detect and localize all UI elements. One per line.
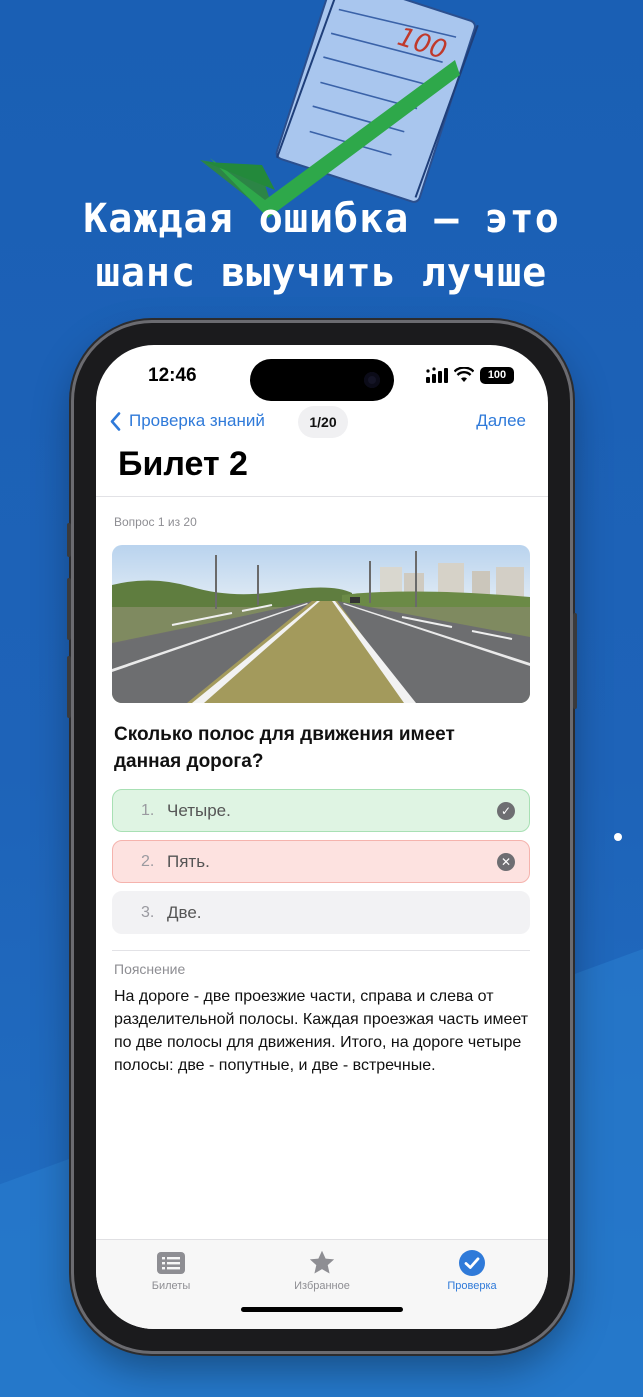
action-button — [67, 523, 71, 557]
tab-tickets[interactable]: Билеты — [116, 1248, 226, 1292]
back-button-label: Проверка знаний — [129, 411, 265, 430]
phone-screen: 12:46 100 Проверка знаний 1/20 Далее Бил… — [96, 345, 548, 1329]
answer-number: 3. — [141, 903, 155, 921]
tab-check[interactable]: Проверка — [417, 1248, 527, 1292]
promo-headline: Каждая ошибка — это шанс выучить лучше — [0, 192, 643, 300]
answer-number: 1. — [141, 801, 155, 819]
checkmark-circle-icon — [459, 1250, 485, 1276]
chevron-left-icon — [110, 411, 121, 431]
page-title: Билет 2 — [118, 445, 248, 483]
phone-frame: 12:46 100 Проверка знаний 1/20 Далее Бил… — [67, 323, 577, 1351]
question-progress-label: Вопрос 1 из 20 — [114, 515, 197, 529]
question-text: Сколько полос для движения имеет данная … — [114, 724, 455, 772]
headline-line-2: шанс выучить лучше — [95, 250, 548, 296]
tab-label: Избранное — [294, 1280, 350, 1292]
close-icon: ✕ — [497, 852, 515, 871]
status-icons: 100 — [426, 365, 514, 385]
tab-bar: Билеты Избранное Проверка — [96, 1239, 548, 1329]
answer-text: Пять. — [167, 851, 210, 871]
question-road-photo — [112, 545, 530, 703]
navigation-bar: Проверка знаний 1/20 Далее — [96, 401, 548, 445]
home-indicator — [241, 1307, 403, 1312]
check-icon: ✓ — [497, 801, 515, 820]
paper-checkmark-illustration: 100 — [200, 0, 479, 218]
divider — [112, 950, 530, 951]
volume-up-button — [67, 578, 71, 640]
signal-icon — [426, 367, 448, 383]
dynamic-island — [250, 359, 394, 401]
answer-number: 2. — [141, 852, 155, 870]
answer-option-1[interactable]: 1. Четыре. ✓ — [112, 789, 530, 832]
tab-favorites[interactable]: Избранное — [267, 1248, 377, 1292]
explanation-label: Пояснение — [114, 961, 186, 977]
tab-label: Проверка — [447, 1280, 497, 1292]
tab-label: Билеты — [151, 1280, 191, 1292]
power-button — [573, 613, 577, 709]
star-icon — [309, 1250, 335, 1274]
battery-icon: 100 — [480, 366, 514, 384]
answer-option-2[interactable]: 2. Пять. ✕ — [112, 840, 530, 883]
answer-text: Четыре. — [167, 800, 231, 820]
page-indicator-dot — [614, 833, 622, 841]
explanation-text: На дороге - две проезжие части, справа и… — [114, 988, 529, 1074]
back-button[interactable]: Проверка знаний — [110, 411, 265, 431]
wifi-icon — [454, 367, 474, 382]
headline-line-1: Каждая ошибка — это — [83, 196, 560, 242]
divider — [96, 496, 548, 497]
status-time: 12:46 — [148, 365, 197, 386]
question-counter-badge: 1/20 — [298, 406, 348, 438]
camera-icon — [364, 372, 380, 388]
answer-option-3[interactable]: 3. Две. — [112, 891, 530, 934]
next-button[interactable]: Далее — [476, 411, 526, 431]
answer-text: Две. — [167, 902, 202, 922]
volume-down-button — [67, 656, 71, 718]
list-icon — [157, 1252, 185, 1274]
